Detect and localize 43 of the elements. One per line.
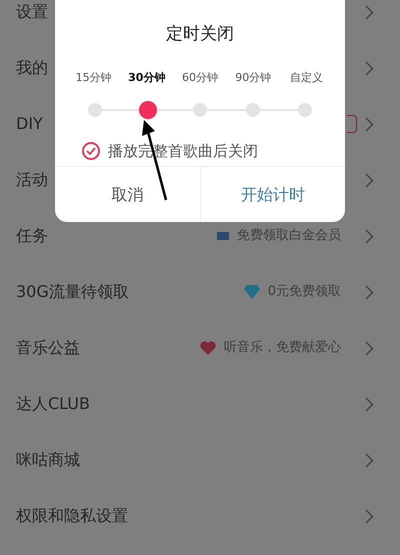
- menu-item-label[interactable]: 活动: [16, 168, 48, 192]
- duration-option[interactable]: 自定义: [280, 70, 334, 86]
- menu-item-label[interactable]: 咪咕商城: [16, 448, 80, 472]
- chevron-icon: [365, 172, 374, 188]
- chevron-icon: [365, 284, 374, 300]
- check-icon: [86, 147, 96, 156]
- dialog-title: 定时关闭: [166, 23, 234, 46]
- duration-option[interactable]: 60分钟: [173, 70, 227, 86]
- menu-item-label[interactable]: 设置: [16, 0, 48, 24]
- menu-item-hint: 听音乐，免费献爱心: [224, 339, 341, 358]
- slider-stop: [298, 103, 312, 117]
- chevron-icon: [365, 60, 374, 76]
- slider-stop: [193, 103, 207, 117]
- menu-item-label[interactable]: 权限和隐私设置: [16, 504, 128, 528]
- start-button[interactable]: 开始计时: [200, 167, 345, 222]
- chevron-icon: [365, 396, 374, 412]
- flag-icon: [217, 232, 229, 240]
- chevron-icon: [365, 228, 374, 244]
- slider-thumb[interactable]: [138, 101, 156, 119]
- menu-item-label[interactable]: 我的: [16, 56, 48, 80]
- slider-stop: [88, 103, 102, 117]
- menu-item-label[interactable]: 任务: [16, 224, 48, 248]
- duration-option[interactable]: 30分钟: [120, 70, 174, 86]
- diamond-icon: [244, 285, 260, 299]
- menu-item-hint: 免费领取白金会员: [237, 227, 341, 246]
- chevron-icon: [365, 116, 374, 132]
- checkbox[interactable]: [82, 142, 100, 160]
- menu-item-label[interactable]: 音乐公益: [16, 336, 80, 360]
- slider-track[interactable]: [88, 102, 312, 118]
- menu-item-hint: 0元免费领取: [268, 283, 341, 302]
- menu-item-label[interactable]: 达人CLUB: [16, 392, 90, 416]
- chevron-icon: [365, 340, 374, 356]
- duration-option[interactable]: 15分钟: [67, 70, 120, 86]
- heart-icon: [200, 341, 216, 355]
- duration-option[interactable]: 90分钟: [226, 70, 280, 86]
- chevron-icon: [365, 452, 374, 468]
- menu-item-label[interactable]: DIY: [16, 112, 43, 136]
- chevron-icon: [365, 508, 374, 524]
- menu-item-label[interactable]: 30G流量待领取: [16, 280, 129, 304]
- tag-outline: [347, 115, 357, 133]
- slider-stop: [246, 103, 260, 117]
- chevron-icon: [365, 4, 374, 20]
- cancel-button[interactable]: 取消: [55, 167, 200, 222]
